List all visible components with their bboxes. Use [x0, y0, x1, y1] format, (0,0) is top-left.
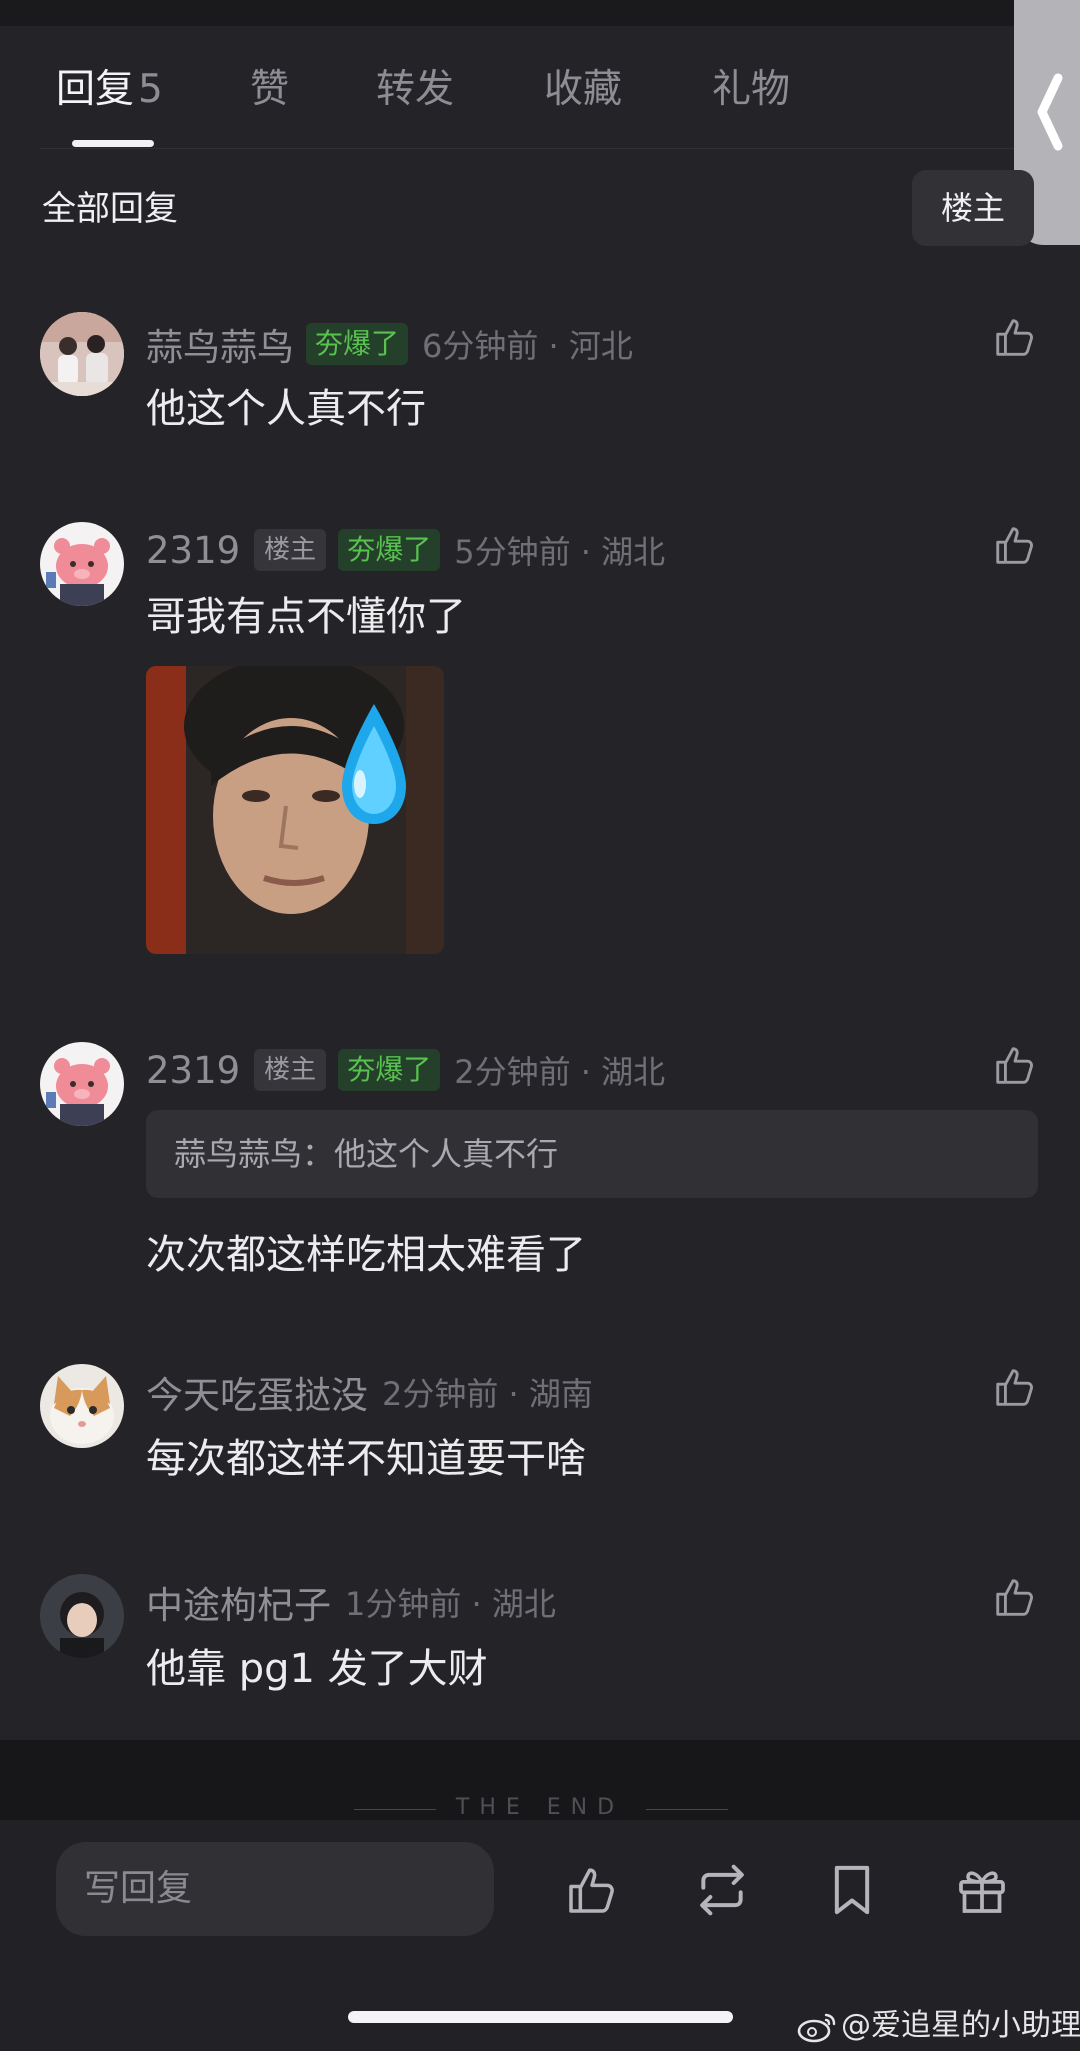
weibo-logo-icon	[797, 2013, 836, 2042]
comment-meta: 2319 楼主 夯爆了 5分钟前 · 湖北	[146, 524, 665, 576]
avatar[interactable]	[40, 312, 124, 396]
hot-badge: 夯爆了	[306, 323, 409, 365]
username[interactable]: 2319	[146, 1049, 240, 1092]
comment-text: 每次都这样不知道要干啥	[146, 1436, 586, 1482]
status-strip	[0, 0, 1080, 26]
timestamp-location: 6分钟前 · 河北	[422, 327, 633, 365]
timestamp-location: 1分钟前 · 湖北	[345, 1585, 556, 1623]
username[interactable]: 2319	[146, 529, 240, 572]
timestamp-location: 2分钟前 · 湖北	[454, 1053, 666, 1091]
avatar[interactable]	[40, 1364, 124, 1448]
thumbs-up-icon[interactable]	[992, 314, 1038, 360]
comment-text: 次次都这样吃相太难看了	[146, 1232, 586, 1278]
tab-favorites[interactable]: 收藏	[544, 60, 622, 120]
quoted-reply[interactable]: 蒜鸟蒜鸟：他这个人真不行	[146, 1110, 1038, 1198]
meme-image[interactable]	[146, 666, 444, 954]
comment-meta: 2319 楼主 夯爆了 2分钟前 · 湖北	[146, 1044, 665, 1096]
op-filter-button[interactable]: 楼主	[912, 170, 1034, 246]
comment-meta: 蒜鸟蒜鸟 夯爆了 6分钟前 · 河北	[146, 318, 633, 370]
watermark: @爱追星的小助理	[797, 2000, 1080, 2044]
home-indicator	[348, 2011, 733, 2023]
tabs-divider	[40, 148, 1040, 149]
comment-text: 他靠 pg1 发了大财	[146, 1646, 488, 1692]
repost-icon[interactable]	[694, 1862, 750, 1918]
tab-gifts[interactable]: 礼物	[712, 60, 790, 120]
op-badge: 楼主	[254, 1049, 327, 1091]
reply-placeholder: 写回复	[84, 1868, 193, 1909]
timestamp-location: 5分钟前 · 湖北	[454, 533, 666, 571]
active-tab-indicator	[72, 140, 154, 147]
hot-badge: 夯爆了	[338, 1049, 441, 1091]
reply-input[interactable]: 写回复	[56, 1842, 494, 1936]
end-marker: THE END	[455, 1795, 625, 1820]
username[interactable]: 蒜鸟蒜鸟	[146, 317, 294, 371]
tab-replies-label: 回复	[56, 67, 135, 112]
comment-text: 哥我有点不懂你了	[146, 594, 466, 640]
tab-reposts[interactable]: 转发	[376, 60, 454, 120]
tab-likes[interactable]: 赞	[250, 60, 289, 120]
gift-icon[interactable]	[954, 1862, 1010, 1918]
avatar[interactable]	[40, 1042, 124, 1126]
watermark-text: @爱追星的小助理	[841, 2008, 1080, 2043]
username[interactable]: 今天吃蛋挞没	[146, 1365, 368, 1419]
thumbs-up-icon[interactable]	[992, 522, 1038, 568]
comment-meta: 今天吃蛋挞没 2分钟前 · 湖南	[146, 1366, 593, 1418]
bookmark-icon[interactable]	[824, 1862, 880, 1918]
thumbs-up-icon[interactable]	[992, 1364, 1038, 1410]
tab-bar: 回复 5 赞 转发 收藏 礼物	[0, 60, 1080, 150]
hot-badge: 夯爆了	[338, 529, 441, 571]
comment-text: 他这个人真不行	[146, 386, 426, 432]
timestamp-location: 2分钟前 · 湖南	[382, 1375, 593, 1413]
op-badge: 楼主	[254, 529, 327, 571]
chevron-left-icon	[1037, 73, 1063, 151]
avatar[interactable]	[40, 522, 124, 606]
thumbs-up-icon[interactable]	[564, 1862, 620, 1918]
thumbs-up-icon[interactable]	[992, 1574, 1038, 1620]
section-title: 全部回复	[42, 189, 178, 229]
tab-replies-count: 5	[138, 67, 163, 112]
thumbs-up-icon[interactable]	[992, 1042, 1038, 1088]
tab-replies[interactable]: 回复 5	[56, 60, 163, 120]
username[interactable]: 中途枸杞子	[146, 1575, 331, 1629]
comment-meta: 中途枸杞子 1分钟前 · 湖北	[146, 1576, 556, 1628]
avatar[interactable]	[40, 1574, 124, 1658]
